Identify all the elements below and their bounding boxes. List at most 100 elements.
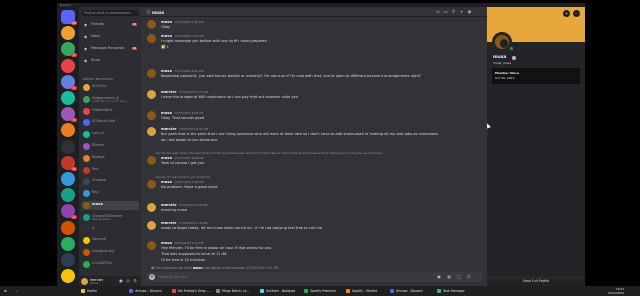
taskbar-clock[interactable]: 14:52 07/01/2024 [608, 287, 624, 295]
taskbar-app[interactable]: Fat Freddy's Drop -... [171, 287, 213, 295]
avatar[interactable] [147, 34, 156, 43]
gear-icon[interactable]: ⚙ [133, 279, 137, 283]
taskbar-app[interactable]: Useful [80, 287, 122, 295]
message-author[interactable]: musa 07/01/2024 8:04 AM [161, 111, 203, 115]
message-author[interactable]: mercier 07/01/2024 3:10 PM [161, 221, 208, 225]
microphone-icon[interactable]: ● [119, 279, 123, 283]
dm-name: Dangerously [92, 249, 115, 254]
server-icon[interactable]: 1 [61, 204, 77, 220]
author-name: musa [161, 34, 172, 38]
dm-item[interactable]: ACHO01 [82, 83, 139, 92]
sidebar-item-nitro[interactable]: ◆ Nitro [82, 33, 139, 40]
gift-icon[interactable]: ▣ [436, 274, 442, 280]
dm-item[interactable]: Dangerously [82, 248, 139, 257]
dm-item[interactable]: musa [82, 201, 139, 210]
dm-item[interactable]: X [82, 225, 139, 234]
avatar[interactable] [81, 277, 88, 285]
pin-icon[interactable]: ⚲ [451, 10, 456, 15]
server-icon[interactable]: 2 [61, 42, 77, 58]
server-icon[interactable]: 3 [61, 107, 77, 123]
avatar[interactable] [147, 90, 156, 99]
avatar[interactable] [147, 127, 156, 136]
sidebar-item-message-requests[interactable]: ◆ Message Requests 26 [82, 45, 139, 52]
dm-item[interactable]: Rex [82, 166, 139, 175]
server-icon[interactable] [61, 139, 75, 154]
dm-item[interactable]: Ray [82, 189, 139, 198]
dm-name: Lacc-A [92, 131, 104, 136]
avatar[interactable] [147, 203, 156, 212]
avatar[interactable] [147, 20, 156, 29]
dm-item[interactable]: Lacc-A [82, 130, 139, 139]
attach-plus-icon[interactable]: + [149, 274, 155, 280]
gif-icon[interactable]: ▦ [446, 274, 452, 280]
dm-item[interactable]: HiddenBird [82, 107, 139, 116]
server-icon[interactable] [61, 172, 75, 186]
dm-item[interactable]: Bigfoot [82, 154, 139, 163]
server-icon[interactable]: 29 [61, 10, 77, 25]
server-icon[interactable]: 1 [61, 74, 77, 90]
reply-preview[interactable]: mercier ok i will speak to you tomorrow [155, 176, 210, 179]
server-icon[interactable] [61, 26, 75, 41]
dm-item[interactable]: Daggerwood_K Looks like you could use a..… [82, 95, 139, 104]
dm-item[interactable]: Blakez [82, 142, 139, 151]
taskbar-search-icon[interactable]: ⌕ [16, 287, 18, 295]
message-author[interactable]: mercier 07/01/2024 3:08 PM [161, 203, 208, 207]
avatar [83, 166, 90, 174]
taskbar-app[interactable]: #musa - Discord [389, 287, 431, 295]
avatar[interactable] [147, 111, 156, 120]
sticker-icon[interactable]: ▢ [456, 274, 462, 280]
call-icon[interactable]: ☏ [435, 10, 441, 15]
taskbar-app[interactable]: Task Manager [436, 287, 478, 295]
message-author[interactable]: musa 07/01/2024 3:12 PM [161, 241, 203, 245]
avatar[interactable] [147, 69, 156, 78]
avatar[interactable] [147, 221, 156, 230]
message-author[interactable]: musa 07/01/2024 8:00 AM [161, 69, 203, 73]
video-icon[interactable]: ▭ [443, 10, 448, 15]
avatar [83, 154, 90, 162]
server-icon[interactable] [61, 58, 75, 73]
view-full-profile-link[interactable]: View Full Profile [487, 277, 585, 283]
dm-item[interactable]: LOLGATDxi [82, 260, 139, 269]
message-composer[interactable]: + Message @musa ▣ ▦ ▢ ☺ [146, 272, 482, 282]
server-icon[interactable] [61, 91, 75, 105]
message-author[interactable]: musa 07/01/2024 8:06 AM [161, 156, 203, 160]
message-input[interactable]: Message @musa [158, 275, 187, 280]
server-icon[interactable] [61, 253, 75, 267]
sidebar-item-friends[interactable]: ◆ Friends 20 [82, 21, 139, 28]
server-icon[interactable] [61, 269, 75, 284]
emoji-icon[interactable]: ☺ [466, 274, 472, 280]
dm-item[interactable]: CloudyXCStream Playing Roblox [82, 213, 139, 222]
avatar[interactable] [147, 241, 156, 250]
message-author[interactable]: mercier 07/01/2024 8:05 AM [161, 127, 208, 131]
headphones-icon[interactable]: ◎ [126, 279, 130, 283]
unread-badge: 3 [71, 118, 77, 123]
server-icon[interactable] [61, 220, 75, 235]
dm-item[interactable]: Shadow [82, 177, 139, 186]
windows-start-icon[interactable]: ⊞ [4, 287, 12, 295]
avatar[interactable] [147, 180, 156, 189]
taskbar-app[interactable]: Spotify Premium [303, 287, 345, 295]
dm-item[interactable]: General [82, 236, 139, 245]
server-icon[interactable] [61, 236, 75, 251]
taskbar-app[interactable]: #musa - Discord [128, 287, 170, 295]
server-icon[interactable] [61, 123, 75, 138]
add-friend-icon[interactable]: + [459, 10, 464, 15]
sidebar-item-shop[interactable]: ◆ Shop [82, 57, 139, 64]
reply-preview[interactable]: mercier but yeah that is the point that … [155, 152, 382, 155]
more-icon[interactable]: ⋯ [573, 10, 580, 17]
user-profile-panel: + ⋯ musa musa_musa Member Since Oct 26, … [487, 7, 585, 286]
dm-search-input[interactable]: Find or start a conversation [82, 10, 138, 16]
dm-item[interactable]: SGModzCraft [82, 118, 139, 127]
taskbar-app[interactable]: Spotify - Mozilla [345, 287, 387, 295]
server-icon[interactable]: 8 [61, 155, 77, 171]
taskbar-app[interactable]: Untitled - Notepad [259, 287, 301, 295]
avatar[interactable] [147, 156, 156, 165]
server-icon[interactable] [61, 188, 75, 203]
profile-toggle-icon[interactable]: ◉ [467, 10, 472, 15]
taskbar-app[interactable]: Mega Batch, Le... [215, 287, 257, 295]
message-author[interactable]: musa 07/01/2024 8:06 AM [161, 180, 203, 184]
message-author[interactable]: musa 07/01/2024 2:56 AM [161, 20, 203, 24]
message-author[interactable]: musa 07/01/2024 2:56 AM [161, 34, 203, 38]
message-author[interactable]: mercier 07/01/2024 8:03 AM [161, 90, 208, 94]
add-friend-icon[interactable]: + [563, 10, 570, 17]
